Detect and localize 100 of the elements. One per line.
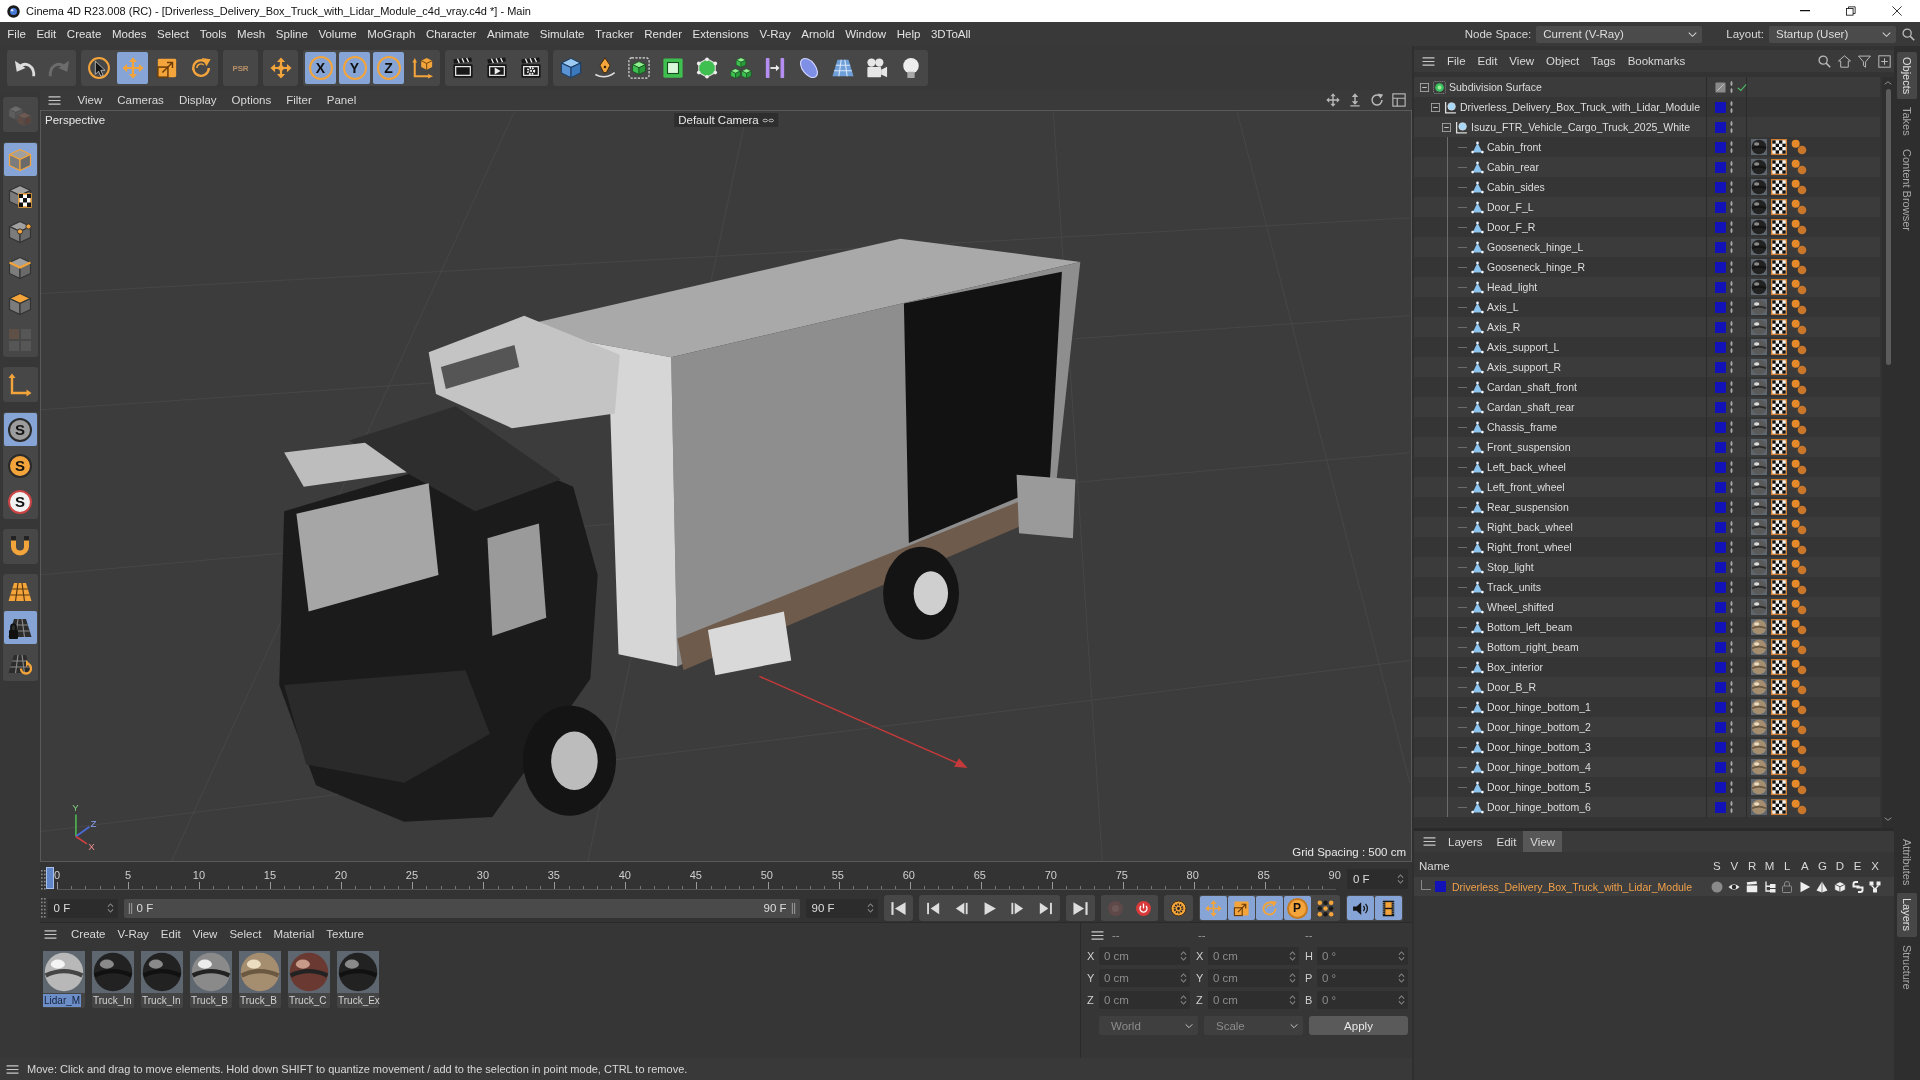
layout-dropdown[interactable]: Startup (User) [1769, 25, 1896, 43]
object-name[interactable]: Left_back_wheel [1487, 461, 1566, 473]
end-frame-field[interactable]: 90 F [805, 898, 878, 918]
cube-icon[interactable] [1834, 880, 1846, 893]
key-position-button[interactable] [1199, 896, 1227, 920]
menu-item[interactable]: Simulate [534, 28, 590, 40]
material-sphere-icon[interactable] [1751, 659, 1767, 675]
material-sphere-icon[interactable] [1751, 239, 1767, 255]
object-menu-item[interactable]: View [1503, 55, 1541, 67]
object-name[interactable]: Wheel_shifted [1487, 601, 1554, 613]
object-menu-item[interactable]: Tags [1585, 55, 1622, 67]
material-sphere-icon[interactable] [1751, 439, 1767, 455]
object-name[interactable]: Driverless_Delivery_Box_Truck_with_Lidar_Module [1460, 101, 1701, 113]
material-sphere-icon[interactable] [1751, 759, 1767, 775]
material-sphere-icon[interactable] [1751, 259, 1767, 275]
menu-item[interactable]: Modes [106, 28, 152, 40]
viewport-menu-item[interactable]: Panel [319, 94, 364, 106]
sound-button[interactable] [1346, 896, 1374, 920]
object-name[interactable]: Gooseneck_hinge_L [1487, 241, 1584, 253]
material-sphere-icon[interactable] [1751, 339, 1767, 355]
key-scale-button[interactable] [1227, 896, 1255, 920]
material-sphere-icon[interactable] [1751, 799, 1767, 815]
workplane-lock-button[interactable] [3, 611, 37, 644]
menu-item[interactable]: Tracker [589, 28, 639, 40]
object-name[interactable]: Door_B_R [1487, 681, 1537, 693]
object-name[interactable]: Door_hinge_bottom_2 [1487, 721, 1591, 733]
menu-item[interactable]: Window [839, 28, 892, 40]
side-tab[interactable]: Objects [1897, 52, 1917, 100]
viewport-menu-item[interactable]: Filter [278, 94, 320, 106]
object-name[interactable]: Gooseneck_hinge_R [1487, 261, 1586, 273]
node-space-dropdown[interactable]: Current (V-Ray) [1536, 25, 1703, 43]
object-name[interactable]: Subdivision Surface [1449, 81, 1542, 93]
material-sphere-icon[interactable] [1751, 699, 1767, 715]
menu-item[interactable]: MoGraph [362, 28, 421, 40]
grip-icon[interactable] [127, 902, 133, 914]
scrollbar[interactable] [1882, 77, 1894, 828]
viewport-menu-item[interactable]: View [70, 94, 110, 106]
layer-menu-tab[interactable]: Layers [1441, 831, 1490, 852]
axis-lock-button[interactable]: X [305, 52, 336, 84]
material-sphere-icon[interactable] [1751, 679, 1767, 695]
menu-item[interactable]: 3DToAll [925, 28, 976, 40]
material-sphere-icon[interactable] [1751, 499, 1767, 515]
object-name[interactable]: Bottom_right_beam [1487, 641, 1579, 653]
material-sphere-icon[interactable] [1751, 719, 1767, 735]
material-sphere-icon[interactable] [1751, 379, 1767, 395]
material-sphere-icon[interactable] [1751, 299, 1767, 315]
object-name[interactable]: Axis_support_L [1487, 341, 1560, 353]
object-name[interactable]: Rear_suspension [1487, 501, 1569, 513]
current-frame-field[interactable]: 0 F [1347, 869, 1408, 889]
layer-menu-tab[interactable]: View [1523, 831, 1563, 852]
hierarchy-icon[interactable] [1763, 880, 1776, 893]
viewport-menu-item[interactable]: Display [171, 94, 225, 106]
material-menu-item[interactable]: Material [267, 928, 321, 940]
object-menu-item[interactable]: Edit [1471, 55, 1504, 67]
side-tab[interactable]: Attributes [1897, 834, 1917, 891]
material-sphere-icon[interactable] [1751, 219, 1767, 235]
snap-button[interactable]: S [3, 413, 37, 446]
clapperboard-icon[interactable] [1746, 880, 1759, 893]
pyramid-icon[interactable] [1816, 880, 1829, 893]
scrollbar-thumb[interactable] [1885, 89, 1891, 365]
object-name[interactable]: Bottom_left_beam [1487, 621, 1573, 633]
object-name[interactable]: Right_back_wheel [1487, 521, 1573, 533]
object-name[interactable]: Door_hinge_bottom_3 [1487, 741, 1591, 753]
nodes-icon[interactable] [1869, 880, 1882, 893]
material-sphere-icon[interactable] [1751, 279, 1767, 295]
object-name[interactable]: Cabin_front [1487, 141, 1542, 153]
material-sphere-icon[interactable] [1751, 779, 1767, 795]
material-sphere-icon[interactable] [1751, 459, 1767, 475]
object-name[interactable]: Chassis_frame [1487, 421, 1558, 433]
object-name[interactable]: Cardan_shaft_front [1487, 381, 1577, 393]
object-menu-item[interactable]: Object [1540, 55, 1586, 67]
material-sphere-icon[interactable] [1751, 559, 1767, 575]
menu-item[interactable]: Spline [270, 28, 314, 40]
object-name[interactable]: Cardan_shaft_rear [1487, 401, 1575, 413]
material-menu-item[interactable]: Create [65, 928, 112, 940]
material-sphere-icon[interactable] [1751, 359, 1767, 375]
menu-item[interactable]: Mesh [231, 28, 271, 40]
menu-item[interactable]: Render [638, 28, 688, 40]
menu-item[interactable]: File [2, 28, 32, 40]
preview-tile[interactable]: Truck_B [239, 951, 281, 1008]
menu-item[interactable]: Tools [194, 28, 232, 40]
camera-label[interactable]: Default Camera [674, 113, 778, 127]
object-menu-item[interactable]: File [1441, 55, 1472, 67]
material-sphere-icon[interactable] [1751, 199, 1767, 215]
preview-tile[interactable]: Truck_B [190, 951, 232, 1008]
material-sphere-icon[interactable] [1751, 179, 1767, 195]
object-name[interactable]: Cabin_sides [1487, 181, 1545, 193]
key-parameter-button[interactable]: P [1283, 896, 1311, 920]
material-menu-item[interactable]: Edit [154, 928, 187, 940]
material-menu-item[interactable]: V-Ray [111, 928, 155, 940]
layer-menu-tab[interactable]: Edit [1489, 831, 1524, 852]
grip-icon[interactable] [790, 902, 796, 914]
menu-item[interactable]: Select [151, 28, 195, 40]
model-mode-button[interactable] [3, 143, 37, 176]
preview-tile[interactable]: Truck_In [141, 951, 183, 1008]
material-sphere-icon[interactable] [1751, 619, 1767, 635]
material-sphere-icon[interactable] [1751, 739, 1767, 755]
film-button[interactable] [1374, 896, 1402, 920]
collapse-icon[interactable] [1431, 102, 1440, 112]
object-name[interactable]: Axis_L [1487, 301, 1519, 313]
